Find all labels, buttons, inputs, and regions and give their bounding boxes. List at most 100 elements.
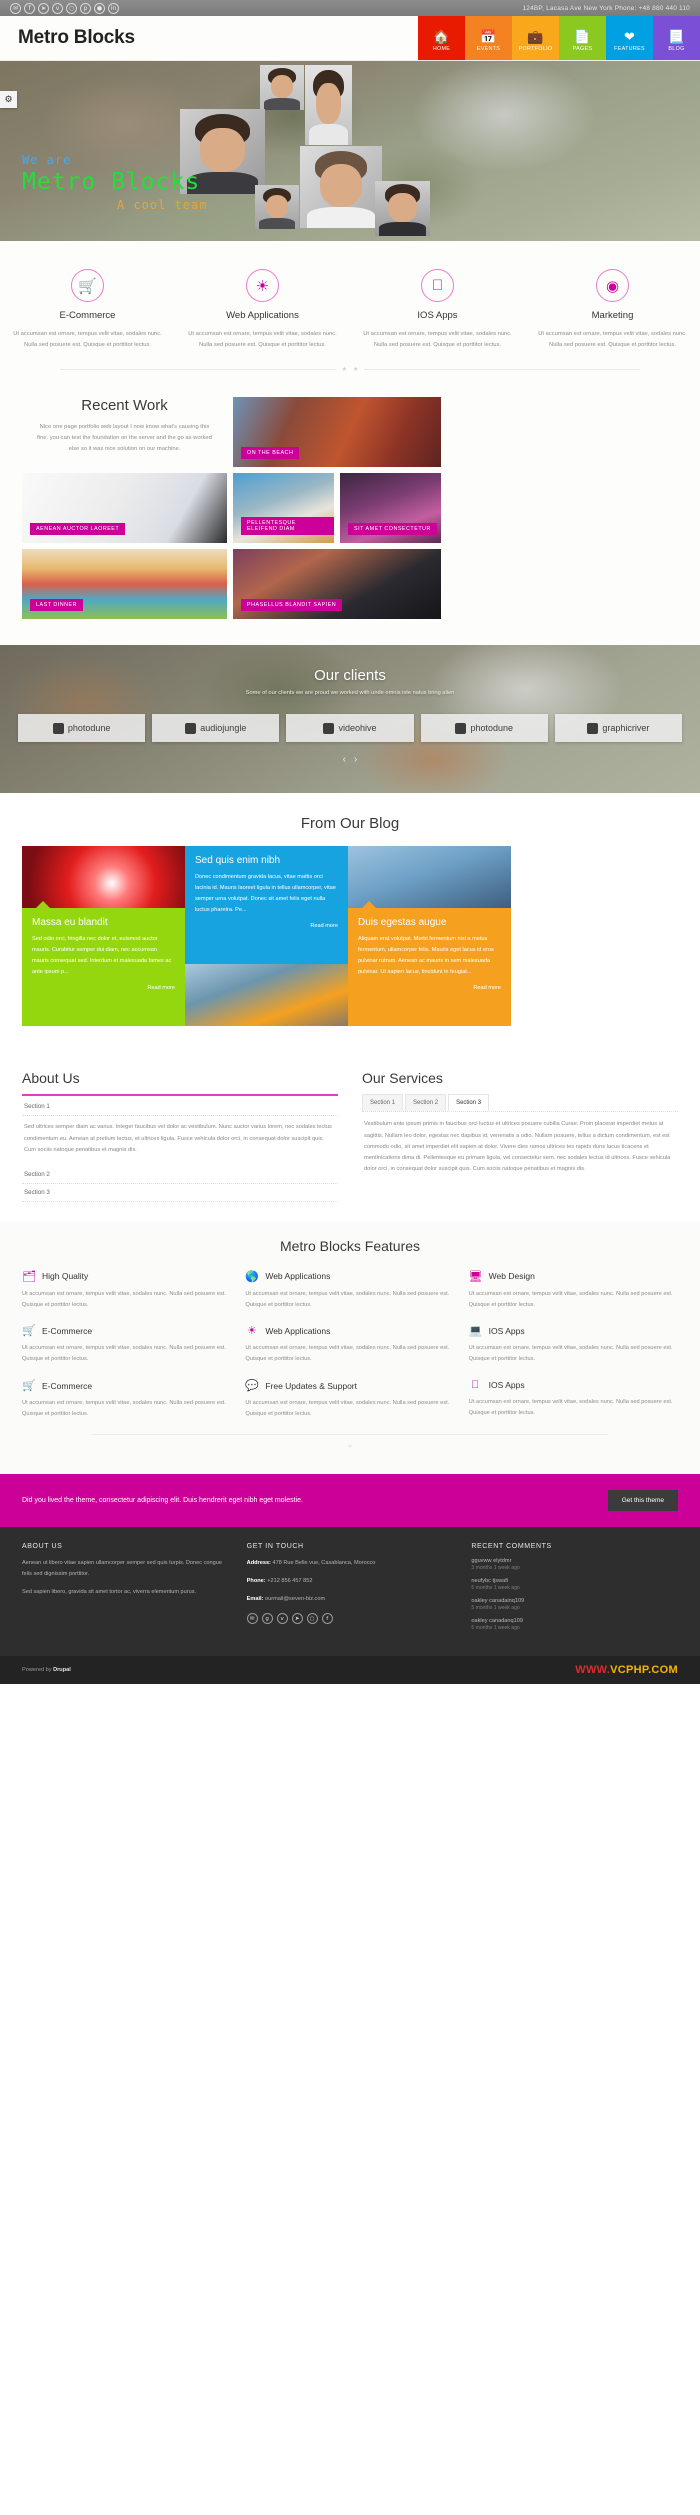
site-header: Metro Blocks 🏠 HOME 📅 EVENTS 💼 PORTFOLIO…: [0, 16, 700, 61]
site-footer: ABOUT US Aenean ut libero vitae sapien u…: [0, 1526, 700, 1656]
address-label: Address:: [246, 1559, 271, 1566]
briefcase-icon: 💼: [527, 28, 544, 44]
client-logo-photodune-2[interactable]: photodune: [420, 714, 548, 743]
twitter-icon[interactable]: ➤: [38, 2, 49, 14]
blog-card-massa[interactable]: Massa eu blandit Sed odio orci, fringill…: [22, 901, 185, 1027]
portfolio-tile[interactable]: SIT AMET CONSECTETUR: [340, 473, 441, 544]
comment-time: 5 months 1 week ago: [471, 1584, 520, 1591]
feature-web-applications-2: ☀ Web Applications Ut accumsan est ornar…: [245, 1324, 454, 1365]
client-logo-audiojungle[interactable]: audiojungle: [152, 714, 280, 743]
footer-comments-column: RECENT COMMENTS gguvww elytdmr 3 months …: [471, 1543, 678, 1638]
read-more-link[interactable]: Read more: [195, 923, 338, 929]
portfolio-tile[interactable]: PELLENTESQUE ELEIFEND DIAM: [233, 473, 334, 544]
scroll-down-icon[interactable]: ⌄: [22, 1439, 678, 1450]
footer-contact-column: GET IN TOUCH Address: 478 Rue Belle vue,…: [246, 1543, 454, 1638]
comment-item[interactable]: neufybc tjswafi 5 months 1 week ago: [471, 1578, 678, 1591]
accordion-item-section-2[interactable]: Section 2: [22, 1166, 338, 1184]
nav-item-portfolio[interactable]: 💼 PORTFOLIO: [512, 16, 559, 60]
carousel-prev-icon[interactable]: ‹: [343, 754, 346, 765]
calendar-icon: 📅: [480, 28, 497, 44]
blog-post-body: Sed odio orci, fringilla nec dolor et, e…: [32, 936, 172, 976]
email-value[interactable]: ourmail@seven-biz.com: [265, 1596, 325, 1602]
pinterest-icon[interactable]: p: [80, 2, 91, 14]
facebook-icon[interactable]: f: [321, 1613, 333, 1625]
footer-about-heading: ABOUT US: [22, 1542, 63, 1550]
service-title: Web Applications: [226, 310, 299, 321]
apple-icon: : [421, 269, 454, 302]
portfolio-caption: LAST DINNER: [30, 599, 84, 612]
github-icon[interactable]: ○: [306, 1613, 318, 1625]
service-card-ecommerce[interactable]: 🛒 E-Commerce Ut accumsan est ornare, tem…: [0, 269, 175, 350]
portfolio-caption: SIT AMET CONSECTETUR: [348, 523, 437, 536]
client-logo-photodune[interactable]: photodune: [18, 714, 146, 743]
powered-name[interactable]: Drupal: [53, 1667, 71, 1673]
nav-item-events[interactable]: 📅 EVENTS: [465, 16, 512, 60]
tab-section-2[interactable]: Section 2: [405, 1094, 447, 1112]
linkedin-icon[interactable]: in: [108, 2, 119, 14]
vimeo-icon[interactable]: v: [276, 1613, 288, 1625]
comment-item[interactable]: oakley canadanq109 5 months 1 week ago: [471, 1618, 678, 1631]
nav-label-blog: BLOG: [668, 45, 685, 52]
nav-label-features: FEATURES: [614, 45, 645, 52]
graphicriver-icon: [587, 722, 599, 734]
portfolio-tile[interactable]: LAST DINNER: [22, 549, 227, 620]
megaphone-icon: ◉: [596, 269, 629, 302]
gear-icon[interactable]: ⚙: [0, 91, 17, 108]
site-logo[interactable]: Metro Blocks: [0, 16, 135, 60]
notch-icon: [36, 901, 50, 909]
portfolio-tile[interactable]: AENEAN AUCTOR LAOREET: [22, 473, 227, 544]
feature-desc: Ut accumsan est ornare, tempus velit vit…: [245, 1400, 450, 1417]
nav-label-portfolio: PORTFOLIO: [518, 45, 553, 52]
about-us-title: About Us: [22, 1070, 80, 1087]
services-tabs: Section 1 Section 2 Section 3: [362, 1094, 678, 1112]
flickr-icon[interactable]: ●: [94, 2, 105, 14]
audiojungle-icon: [185, 722, 197, 734]
get-theme-button[interactable]: Get this theme: [607, 1489, 678, 1511]
clients-section: Our clients Some of our clients we are p…: [0, 645, 700, 793]
nav-item-features[interactable]: ❤ FEATURES: [606, 16, 653, 60]
feature-web-applications-1: 🌎 Web Applications Ut accumsan est ornar…: [245, 1270, 454, 1311]
facebook-icon[interactable]: f: [24, 2, 35, 14]
footer-about-p1: Aenean ut libero vitae sapien ullamcorpe…: [22, 1559, 222, 1577]
tab-section-3[interactable]: Section 3: [448, 1094, 490, 1112]
client-logo-videohive[interactable]: videohive: [286, 714, 414, 743]
envelope-icon[interactable]: ✉: [246, 1613, 258, 1625]
service-card-ios-apps[interactable]:  IOS Apps Ut accumsan est ornare, tempu…: [350, 269, 525, 350]
comment-item[interactable]: gguvww elytdmr 3 months 1 week ago: [471, 1558, 678, 1571]
accordion-item-section-1[interactable]: Section 1: [22, 1098, 338, 1117]
envelope-icon[interactable]: ✉: [10, 2, 21, 14]
tab-section-1[interactable]: Section 1: [362, 1094, 404, 1112]
service-card-marketing[interactable]: ◉ Marketing Ut accumsan est ornare, temp…: [525, 269, 700, 350]
footer-about-p2: Sed sapien libero, gravida sit amet tort…: [22, 1588, 197, 1595]
service-card-web-applications[interactable]: ☀ Web Applications Ut accumsan est ornar…: [175, 269, 350, 350]
twitter-icon[interactable]: ➤: [291, 1613, 303, 1625]
team-photo-6: [375, 181, 430, 236]
features-title: Metro Blocks Features: [279, 1237, 421, 1254]
github-icon[interactable]: ○: [66, 2, 77, 14]
footer-comments-heading: RECENT COMMENTS: [471, 1542, 552, 1550]
blog-card-duis[interactable]: Duis egestas augue Aliquam erat volutpat…: [348, 901, 511, 1027]
read-more-link[interactable]: Read more: [32, 985, 175, 991]
nav-item-pages[interactable]: 📄 PAGES: [559, 16, 606, 60]
accordion-item-section-3[interactable]: Section 3: [22, 1184, 338, 1202]
home-icon: 🏠: [433, 28, 450, 44]
nav-item-blog[interactable]: 📃 BLOG: [653, 16, 700, 60]
blog-card-sed-quis[interactable]: Sed quis enim nibh Donec condimentum gra…: [185, 846, 358, 965]
comment-item[interactable]: oakley canadainq109 5 months 1 week ago: [471, 1598, 678, 1611]
google-plus-icon[interactable]: g: [261, 1613, 273, 1625]
photodune-icon: [455, 722, 467, 734]
hero-subtitle: A cool team: [117, 198, 208, 212]
read-more-link[interactable]: Read more: [358, 985, 501, 991]
portfolio-tile[interactable]: PHASELLUS BLANDIT SAPIEN: [233, 549, 441, 620]
feature-desc: Ut accumsan est ornare, tempus velit vit…: [245, 1290, 450, 1308]
clients-subtitle: Some of our clients we are proud we work…: [245, 690, 455, 697]
vimeo-icon[interactable]: v: [52, 2, 63, 14]
feature-ios-apps-1: 💻 IOS Apps Ut accumsan est ornare, tempu…: [469, 1324, 678, 1365]
portfolio-tile[interactable]: ON THE BEACH: [233, 397, 441, 468]
carousel-next-icon[interactable]: ›: [354, 754, 357, 765]
shopping-cart-icon: 🛒: [71, 269, 104, 302]
client-logo-graphicriver[interactable]: graphicriver: [554, 714, 683, 743]
feature-ecommerce-2: 🛒 E-Commerce Ut accumsan est ornare, tem…: [22, 1379, 231, 1420]
document-icon: 📄: [574, 28, 591, 44]
nav-item-home[interactable]: 🏠 HOME: [418, 16, 465, 60]
